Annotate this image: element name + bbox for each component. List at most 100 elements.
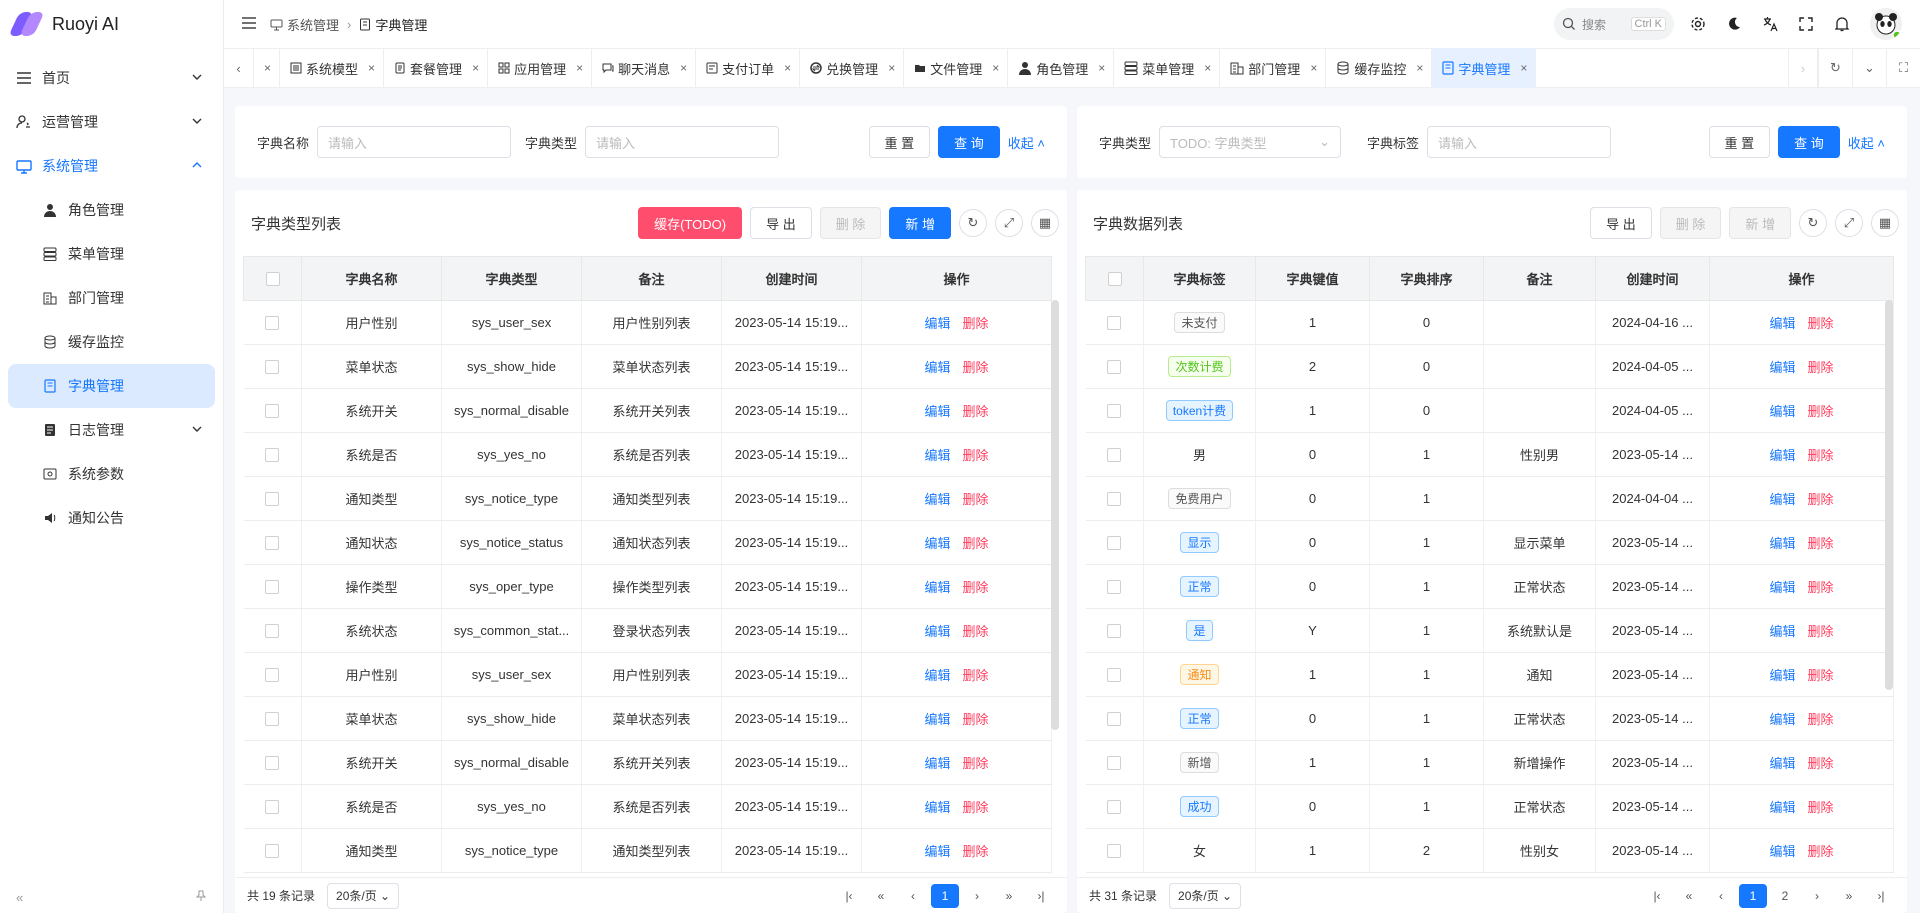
tab-12[interactable]: 字典管理 × bbox=[1432, 48, 1537, 88]
page-number[interactable]: 1 bbox=[931, 883, 959, 908]
row-checkbox[interactable] bbox=[1107, 580, 1122, 595]
next-page-icon[interactable]: › bbox=[963, 884, 991, 908]
table-row[interactable]: 正常 0 1 正常状态 2023-05-14 ... 编辑 删除 bbox=[1085, 564, 1894, 609]
table-row[interactable]: 新增 1 1 新增操作 2023-05-14 ... 编辑 删除 bbox=[1085, 740, 1894, 785]
delete-link[interactable]: 删除 bbox=[1808, 536, 1834, 551]
edit-link[interactable]: 编辑 bbox=[1769, 624, 1795, 639]
table-row[interactable]: 成功 0 1 正常状态 2023-05-14 ... 编辑 删除 bbox=[1085, 784, 1894, 829]
menu-toggle-icon[interactable] bbox=[242, 16, 256, 32]
table-row[interactable]: 通知类型 sys_notice_type 通知类型列表 2023-05-14 15:1… bbox=[243, 476, 1052, 521]
table-row[interactable]: 系统是否 sys_yes_no 系统是否列表 2023-05-14 15:19... 编… bbox=[243, 784, 1052, 829]
edit-link[interactable]: 编辑 bbox=[924, 492, 950, 507]
next-5-pages-icon[interactable]: » bbox=[1835, 884, 1863, 908]
close-tab-icon[interactable]: × bbox=[1520, 61, 1527, 75]
export-button[interactable]: 导 出 bbox=[750, 207, 812, 239]
delete-link[interactable]: 删除 bbox=[963, 360, 989, 375]
row-checkbox[interactable] bbox=[1107, 492, 1122, 507]
row-checkbox[interactable] bbox=[1107, 844, 1122, 859]
table-row[interactable]: 男 0 1 性别男 2023-05-14 ... 编辑 删除 bbox=[1085, 432, 1894, 477]
tab-8[interactable]: 角色管理 × bbox=[1008, 48, 1115, 88]
dict-type-input[interactable]: 请输入 bbox=[585, 126, 780, 158]
delete-link[interactable]: 删除 bbox=[1808, 580, 1834, 595]
edit-link[interactable]: 编辑 bbox=[924, 316, 950, 331]
select-all-checkbox[interactable] bbox=[1107, 272, 1122, 287]
settings-gear-icon[interactable] bbox=[1680, 8, 1716, 40]
table-row[interactable]: 次数计费 2 0 2024-04-05 ... 编辑 删除 bbox=[1085, 344, 1894, 389]
close-tab-icon[interactable]: × bbox=[784, 61, 791, 75]
table-row[interactable]: 显示 0 1 显示菜单 2023-05-14 ... 编辑 删除 bbox=[1085, 520, 1894, 565]
table-row[interactable]: 通知 1 1 通知 2023-05-14 ... 编辑 删除 bbox=[1085, 652, 1894, 697]
edit-link[interactable]: 编辑 bbox=[1769, 580, 1795, 595]
table-scrollbar[interactable] bbox=[1885, 300, 1893, 690]
first-page-icon[interactable]: |‹ bbox=[1643, 884, 1671, 908]
row-checkbox[interactable] bbox=[265, 580, 280, 595]
delete-link[interactable]: 删除 bbox=[963, 844, 989, 859]
add-button[interactable]: 新 增 bbox=[889, 207, 951, 239]
collapse-link[interactable]: 收起 ˄ bbox=[1848, 133, 1885, 152]
delete-link[interactable]: 删除 bbox=[963, 536, 989, 551]
delete-link[interactable]: 删除 bbox=[963, 492, 989, 507]
table-row[interactable]: 系统开关 sys_normal_disable 系统开关列表 2023-05-14 1… bbox=[243, 740, 1052, 785]
edit-link[interactable]: 编辑 bbox=[924, 536, 950, 551]
delete-link[interactable]: 删除 bbox=[1808, 668, 1834, 683]
row-checkbox[interactable] bbox=[265, 360, 280, 375]
tab-2[interactable]: 套餐管理 × bbox=[384, 48, 489, 88]
close-tab-icon[interactable]: × bbox=[680, 61, 687, 75]
delete-link[interactable]: 删除 bbox=[963, 624, 989, 639]
user-avatar[interactable] bbox=[1870, 8, 1902, 40]
table-row[interactable]: 系统是否 sys_yes_no 系统是否列表 2023-05-14 15:19... 编… bbox=[243, 432, 1052, 477]
breadcrumb-item[interactable]: 字典管理 bbox=[359, 15, 427, 34]
table-row[interactable]: 菜单状态 sys_show_hide 菜单状态列表 2023-05-14 15:19.… bbox=[243, 696, 1052, 741]
delete-link[interactable]: 删除 bbox=[963, 404, 989, 419]
page-size-select[interactable]: 20条/页 ⌄ bbox=[327, 882, 400, 909]
edit-link[interactable]: 编辑 bbox=[924, 844, 950, 859]
delete-link[interactable]: 删除 bbox=[963, 756, 989, 771]
delete-link[interactable]: 删除 bbox=[1808, 404, 1834, 419]
sidebar-item-1[interactable]: 运营管理 bbox=[0, 100, 223, 144]
row-checkbox[interactable] bbox=[265, 624, 280, 639]
table-row[interactable]: token计费 1 0 2024-04-05 ... 编辑 删除 bbox=[1085, 388, 1894, 433]
collapse-sidebar-icon[interactable]: « bbox=[16, 890, 23, 905]
delete-link[interactable]: 删除 bbox=[1808, 492, 1834, 507]
edit-link[interactable]: 编辑 bbox=[924, 756, 950, 771]
refresh-icon[interactable]: ↻ bbox=[959, 209, 987, 237]
column-header[interactable]: 备注 bbox=[581, 256, 722, 301]
sidebar-subitem-2[interactable]: 部门管理 bbox=[0, 276, 223, 320]
close-tab-icon[interactable]: × bbox=[1204, 61, 1211, 75]
sidebar-subitem-3[interactable]: 缓存监控 bbox=[0, 320, 223, 364]
reset-button[interactable]: 重 置 bbox=[868, 126, 931, 158]
table-row[interactable]: 系统状态 sys_common_stat... 登录状态列表 2023-05-14 1… bbox=[243, 608, 1052, 653]
close-tab-icon[interactable]: × bbox=[368, 61, 375, 75]
row-checkbox[interactable] bbox=[265, 316, 280, 331]
table-row[interactable]: 女 1 2 性别女 2023-05-14 ... 编辑 删除 bbox=[1085, 828, 1894, 873]
column-settings-icon[interactable]: ▦ bbox=[1031, 209, 1059, 237]
first-page-icon[interactable]: |‹ bbox=[835, 884, 863, 908]
row-checkbox[interactable] bbox=[1107, 624, 1122, 639]
query-button[interactable]: 查 询 bbox=[938, 126, 1000, 158]
delete-link[interactable]: 删除 bbox=[1808, 844, 1834, 859]
tab-6[interactable]: 兑换管理 × bbox=[800, 48, 905, 88]
edit-link[interactable]: 编辑 bbox=[1769, 756, 1795, 771]
edit-link[interactable]: 编辑 bbox=[1769, 844, 1795, 859]
table-row[interactable]: 用户性别 sys_user_sex 用户性别列表 2023-05-14 15:19..… bbox=[243, 300, 1052, 345]
delete-link[interactable]: 删除 bbox=[963, 712, 989, 727]
row-checkbox[interactable] bbox=[1107, 668, 1122, 683]
sidebar-item-0[interactable]: 首页 bbox=[0, 56, 223, 100]
delete-link[interactable]: 删除 bbox=[963, 800, 989, 815]
fullscreen-icon[interactable]: ⤢ bbox=[1835, 209, 1863, 237]
sidebar-subitem-7[interactable]: 通知公告 bbox=[0, 496, 223, 540]
table-row[interactable]: 免费用户 0 1 2024-04-04 ... 编辑 删除 bbox=[1085, 476, 1894, 521]
cache-button[interactable]: 缓存(TODO) bbox=[638, 207, 743, 239]
tab-4[interactable]: 聊天消息 × bbox=[592, 48, 697, 88]
prev-page-icon[interactable]: ‹ bbox=[1707, 884, 1735, 908]
last-page-icon[interactable]: ›| bbox=[1867, 884, 1895, 908]
refresh-tab-icon[interactable]: ↻ bbox=[1818, 48, 1852, 88]
prev-5-pages-icon[interactable]: « bbox=[867, 884, 895, 908]
row-checkbox[interactable] bbox=[265, 536, 280, 551]
close-tab-icon[interactable]: × bbox=[1310, 61, 1317, 75]
dict-tag-input[interactable]: 请输入 bbox=[1427, 126, 1612, 158]
dict-name-input[interactable]: 请输入 bbox=[317, 126, 512, 158]
query-button[interactable]: 查 询 bbox=[1778, 126, 1840, 158]
column-header[interactable]: 字典排序 bbox=[1369, 256, 1484, 301]
close-tab-icon[interactable]: × bbox=[888, 61, 895, 75]
